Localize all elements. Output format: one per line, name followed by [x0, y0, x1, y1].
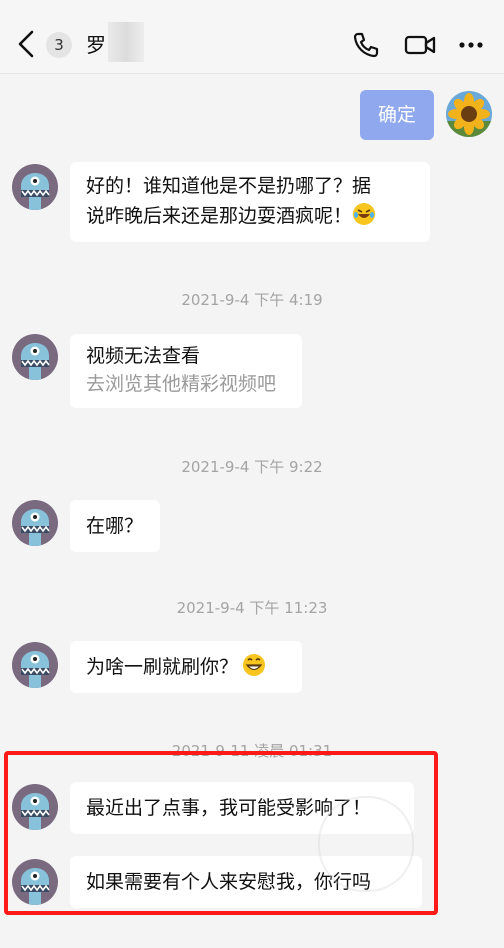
phone-icon[interactable] [352, 31, 380, 59]
back-chevron-icon[interactable] [14, 26, 38, 62]
message-text-line-2: 说昨晚后来还是那边耍酒疯呢！ [86, 201, 414, 231]
message-text-line-1: 好的！谁知道他是不是扔哪了？据 [86, 175, 372, 197]
card-subtitle: 去浏览其他精彩视频吧 [86, 373, 277, 395]
video-unavailable-card[interactable]: 视频无法查看 去浏览其他精彩视频吧 [70, 334, 302, 408]
chat-header: 3 罗 [0, 0, 504, 74]
timestamp: 2021-9-4 下午 4:19 [181, 291, 323, 309]
timestamp: 2021-9-4 下午 11:23 [176, 599, 328, 617]
monster-avatar-icon [12, 500, 58, 546]
received-message-bubble[interactable]: 在哪？ [70, 500, 160, 552]
monster-avatar-icon [12, 642, 58, 688]
highlight-annotation-box [4, 751, 438, 915]
grinning-emoji-icon [243, 654, 266, 676]
monster-avatar-icon [12, 334, 58, 380]
more-icon[interactable] [458, 40, 484, 50]
monster-avatar-icon [12, 164, 58, 210]
received-message-bubble[interactable]: 为啥一刷就刷你？ [70, 641, 302, 693]
contact-avatar[interactable] [12, 500, 58, 546]
sent-message-bubble[interactable]: 确定 [360, 90, 434, 140]
unread-count-badge[interactable]: 3 [46, 32, 72, 58]
contact-avatar[interactable] [12, 642, 58, 688]
card-title: 视频无法查看 [86, 345, 201, 367]
video-call-icon[interactable] [404, 31, 436, 59]
timestamp: 2021-9-4 下午 9:22 [181, 458, 323, 476]
laughing-tears-emoji-icon [353, 203, 376, 225]
redaction-blur [108, 22, 144, 62]
received-message-bubble[interactable]: 好的！谁知道他是不是扔哪了？据 说昨晚后来还是那边耍酒疯呢！ [70, 162, 430, 242]
my-avatar-sunflower[interactable] [446, 91, 492, 137]
contact-avatar[interactable] [12, 334, 58, 380]
message-text: 说昨晚后来还是那边耍酒疯呢！ [86, 205, 353, 227]
sunflower-avatar-icon [446, 91, 492, 137]
contact-name: 罗 [86, 33, 106, 57]
message-text: 为啥一刷就刷你？ [86, 656, 239, 678]
contact-avatar[interactable] [12, 164, 58, 210]
